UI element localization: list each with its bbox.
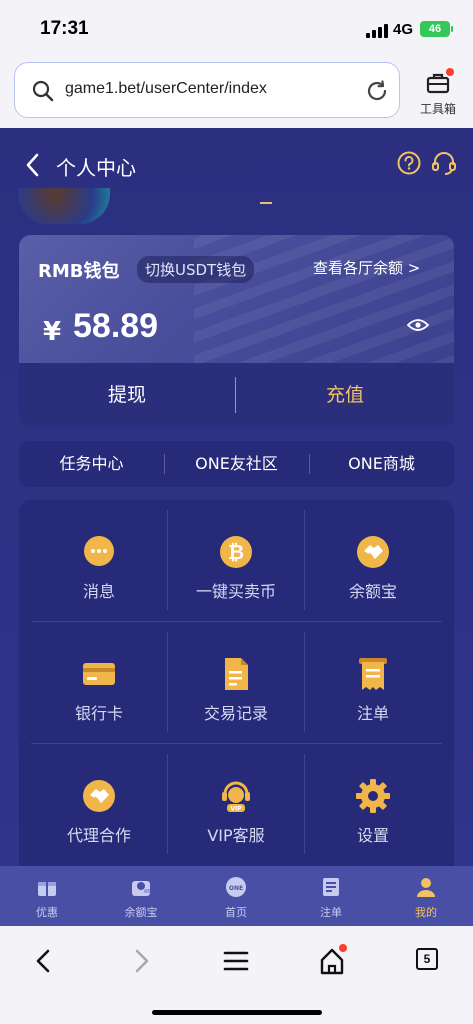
notification-dot <box>446 68 454 76</box>
home-indicator <box>152 1010 322 1015</box>
transaction-doc-icon <box>225 658 248 690</box>
menu-icon[interactable] <box>216 946 256 976</box>
tab-yuebao[interactable]: 余额宝 <box>94 866 188 926</box>
avatar[interactable] <box>18 188 110 224</box>
browser-toolbar: game1.bet/userCenter/index 工具箱 <box>0 56 473 128</box>
eye-icon[interactable] <box>407 317 429 333</box>
bitcoin-icon: ₿ <box>220 536 252 568</box>
customer-service-icon[interactable] <box>430 150 458 178</box>
view-hall-balances-link[interactable]: 查看各厅余额 > <box>313 257 420 278</box>
battery-icon: 46 <box>420 21 453 37</box>
wallet-card: RMB钱包 切换USDT钱包 查看各厅余额 > ¥ 58.89 提现 充值 <box>19 235 454 428</box>
wallet-balance: 58.89 <box>73 307 159 345</box>
status-bar: 17:31 4G 46 <box>0 0 473 56</box>
wallet-actions: 提现 充值 <box>19 363 454 428</box>
bet-slip-icon <box>359 658 387 690</box>
tab-count-button[interactable]: 5 <box>416 948 438 970</box>
feature-grid: 消息 ₿ 一键买卖币 余额宝 银行卡 交易记录 注单 代理合作 VIP VIP客… <box>19 500 454 866</box>
handshake-icon <box>357 536 389 568</box>
tab-promotions[interactable]: 优惠 <box>0 866 94 926</box>
signal-icon <box>366 24 388 38</box>
network-type: 4G <box>393 21 414 38</box>
grid-item-bet-slips[interactable]: 注单 <box>305 630 441 740</box>
user-center-page: 个人中心 RMB钱包 切换USDT钱包 查看各厅余额 > ¥ 58.89 提现 <box>0 128 473 866</box>
grid-item-messages[interactable]: 消息 <box>31 508 167 618</box>
back-arrow-icon[interactable] <box>24 152 42 178</box>
grid-item-buy-sell-coin[interactable]: ₿ 一键买卖币 <box>168 508 304 618</box>
browser-nav-bar: 5 <box>0 926 473 1024</box>
message-icon <box>84 536 114 566</box>
page-title: 个人中心 <box>56 156 136 180</box>
browser-forward-icon[interactable] <box>121 946 161 976</box>
help-icon[interactable] <box>396 150 422 176</box>
browser-back-icon[interactable] <box>24 946 64 976</box>
tab-mine[interactable]: 我的 <box>379 866 473 926</box>
bank-card-icon <box>83 663 115 685</box>
wallet-icon <box>132 881 150 896</box>
notification-dot <box>339 944 347 952</box>
home-ball-icon: ONE <box>226 877 246 897</box>
withdraw-button[interactable]: 提现 <box>19 363 235 428</box>
grid-item-agent-cooperation[interactable]: 代理合作 <box>31 752 167 862</box>
tab-bet-slips[interactable]: 注单 <box>284 866 378 926</box>
svg-text:VIP: VIP <box>230 806 242 813</box>
link-one-community[interactable]: ONE友社区 <box>164 441 309 487</box>
document-icon <box>323 878 339 896</box>
link-task-center[interactable]: 任务中心 <box>19 441 164 487</box>
grid-item-vip-service[interactable]: VIP VIP客服 <box>168 752 304 862</box>
reload-icon[interactable] <box>364 78 390 104</box>
currency-symbol: ¥ <box>43 317 62 347</box>
grid-item-transaction-records[interactable]: 交易记录 <box>168 630 304 740</box>
svg-text:₿: ₿ <box>228 540 244 564</box>
wallet-name: RMB钱包 <box>38 261 120 282</box>
switch-wallet-button[interactable]: 切换USDT钱包 <box>137 256 255 283</box>
toolbox-button[interactable]: 工具箱 <box>410 62 466 118</box>
search-icon <box>32 80 54 102</box>
gift-icon <box>38 882 56 896</box>
svg-text:ONE: ONE <box>229 885 243 892</box>
bottom-tab-bar: 优惠 余额宝 ONE 首页 注单 我的 <box>0 866 473 926</box>
deposit-button[interactable]: 充值 <box>236 363 454 428</box>
grid-item-yuebao[interactable]: 余额宝 <box>305 508 441 618</box>
gear-icon <box>356 779 390 813</box>
tab-home[interactable]: ONE 首页 <box>189 866 283 926</box>
url-text[interactable]: game1.bet/userCenter/index <box>65 80 267 98</box>
grid-item-settings[interactable]: 设置 <box>305 752 441 862</box>
quick-links-bar: 任务中心 ONE友社区 ONE商城 <box>19 441 454 487</box>
vip-mark-icon <box>260 200 272 204</box>
vip-headset-icon: VIP <box>222 781 250 813</box>
status-time: 17:31 <box>40 18 89 39</box>
toolbox-label: 工具箱 <box>419 102 456 116</box>
handshake-icon <box>83 780 115 812</box>
user-icon <box>417 878 435 897</box>
grid-item-bank-card[interactable]: 银行卡 <box>31 630 167 740</box>
link-one-mall[interactable]: ONE商城 <box>309 441 454 487</box>
address-bar[interactable]: game1.bet/userCenter/index <box>14 62 400 118</box>
wallet-balance-area: RMB钱包 切换USDT钱包 查看各厅余额 > ¥ 58.89 <box>19 235 454 415</box>
